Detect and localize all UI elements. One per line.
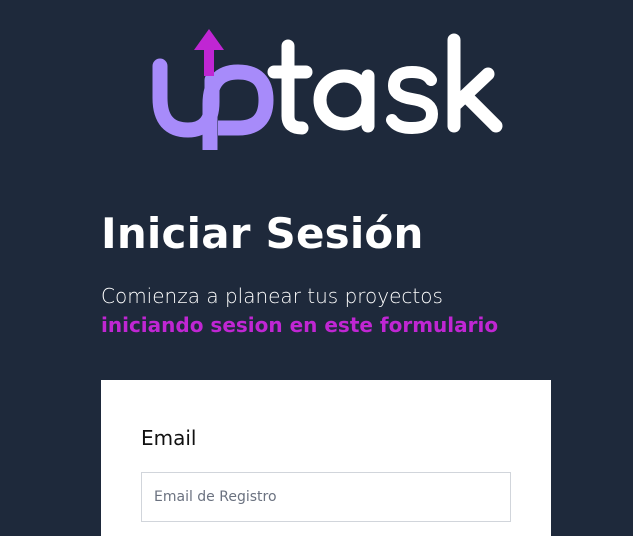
page-title: Iniciar Sesión: [101, 209, 424, 258]
uptask-logo: [152, 29, 503, 150]
login-form: Email: [101, 380, 551, 536]
subtitle-text: Comienza a planear tus proyectos: [101, 284, 443, 308]
subtitle-highlight: iniciando sesion en este formulario: [101, 313, 499, 337]
page-subtitle: Comienza a planear tus proyectos inician…: [101, 282, 498, 340]
login-page: Iniciar Sesión Comienza a planear tus pr…: [0, 0, 633, 536]
logo-letter-a: [313, 69, 375, 133]
logo-letter-t: [267, 39, 313, 135]
email-field[interactable]: [141, 472, 511, 522]
email-label: Email: [141, 426, 197, 450]
logo-letter-s: [386, 66, 438, 134]
logo-letter-k: [447, 33, 503, 133]
